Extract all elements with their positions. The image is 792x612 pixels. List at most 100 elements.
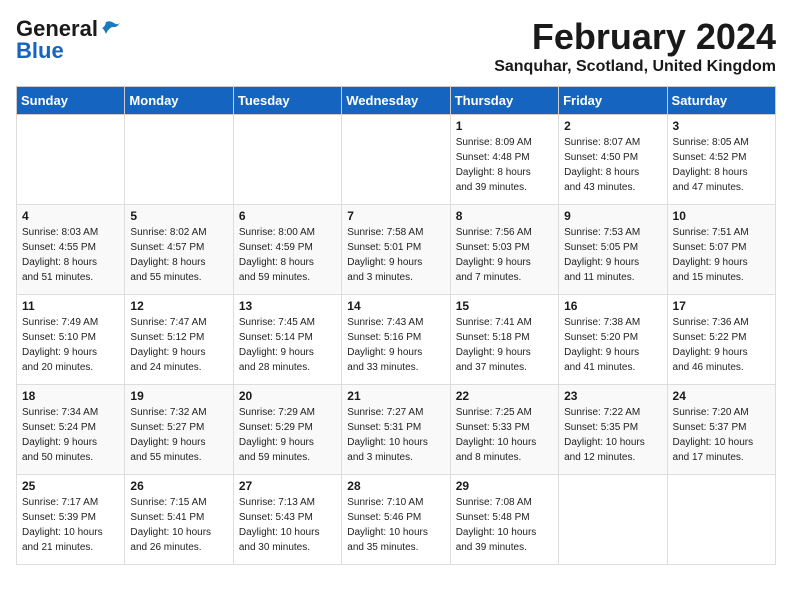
calendar-cell: 3 Sunrise: 8:05 AM Sunset: 4:52 PM Daylig… xyxy=(667,115,775,205)
day-info: Sunrise: 8:00 AM Sunset: 4:59 PM Dayligh… xyxy=(239,225,336,285)
title-area: February 2024 Sanquhar, Scotland, United… xyxy=(494,16,776,76)
column-header-tuesday: Tuesday xyxy=(233,87,341,115)
column-header-thursday: Thursday xyxy=(450,87,558,115)
calendar-cell: 4 Sunrise: 8:03 AM Sunset: 4:55 PM Daylig… xyxy=(17,205,125,295)
calendar-week-5: 25 Sunrise: 7:17 AM Sunset: 5:39 PM Dayli… xyxy=(17,475,776,565)
calendar-cell: 17 Sunrise: 7:36 AM Sunset: 5:22 PM Dayli… xyxy=(667,295,775,385)
day-info: Sunrise: 7:53 AM Sunset: 5:05 PM Dayligh… xyxy=(564,225,661,285)
calendar-cell xyxy=(17,115,125,205)
calendar-cell: 10Sunrise: 7:51 AM Sunset: 5:07 PM Dayli… xyxy=(667,205,775,295)
column-header-sunday: Sunday xyxy=(17,87,125,115)
day-number: 29 xyxy=(456,479,553,493)
calendar-cell: 18Sunrise: 7:34 AM Sunset: 5:24 PM Dayli… xyxy=(17,385,125,475)
column-header-saturday: Saturday xyxy=(667,87,775,115)
day-info: Sunrise: 8:05 AM Sunset: 4:52 PM Dayligh… xyxy=(673,135,770,195)
day-number: 5 xyxy=(130,209,227,223)
calendar-cell xyxy=(342,115,450,205)
day-number: 11 xyxy=(22,299,119,313)
calendar-week-1: 1 Sunrise: 8:09 AM Sunset: 4:48 PM Daylig… xyxy=(17,115,776,205)
logo: General Blue xyxy=(16,16,122,64)
day-number: 12 xyxy=(130,299,227,313)
logo-bird-icon xyxy=(100,20,122,38)
page-subtitle: Sanquhar, Scotland, United Kingdom xyxy=(494,58,776,76)
calendar-cell: 15 Sunrise: 7:41 AM Sunset: 5:18 PM Dayli… xyxy=(450,295,558,385)
day-info: Sunrise: 7:13 AM Sunset: 5:43 PM Dayligh… xyxy=(239,495,336,555)
day-info: Sunrise: 7:41 AM Sunset: 5:18 PM Dayligh… xyxy=(456,315,553,375)
calendar-cell: 11 Sunrise: 7:49 AM Sunset: 5:10 PM Dayli… xyxy=(17,295,125,385)
day-info: Sunrise: 8:09 AM Sunset: 4:48 PM Dayligh… xyxy=(456,135,553,195)
day-info: Sunrise: 7:25 AM Sunset: 5:33 PM Dayligh… xyxy=(456,405,553,465)
calendar-cell: 28Sunrise: 7:10 AM Sunset: 5:46 PM Dayli… xyxy=(342,475,450,565)
calendar-cell xyxy=(125,115,233,205)
calendar-cell: 13Sunrise: 7:45 AM Sunset: 5:14 PM Dayli… xyxy=(233,295,341,385)
calendar-cell: 16 Sunrise: 7:38 AM Sunset: 5:20 PM Dayli… xyxy=(559,295,667,385)
calendar-cell: 21 Sunrise: 7:27 AM Sunset: 5:31 PM Dayli… xyxy=(342,385,450,475)
calendar-cell: 22 Sunrise: 7:25 AM Sunset: 5:33 PM Dayli… xyxy=(450,385,558,475)
calendar-week-3: 11 Sunrise: 7:49 AM Sunset: 5:10 PM Dayli… xyxy=(17,295,776,385)
column-header-friday: Friday xyxy=(559,87,667,115)
day-number: 4 xyxy=(22,209,119,223)
day-number: 17 xyxy=(673,299,770,313)
day-number: 25 xyxy=(22,479,119,493)
day-number: 7 xyxy=(347,209,444,223)
day-info: Sunrise: 7:29 AM Sunset: 5:29 PM Dayligh… xyxy=(239,405,336,465)
calendar-cell: 1 Sunrise: 8:09 AM Sunset: 4:48 PM Daylig… xyxy=(450,115,558,205)
day-number: 15 xyxy=(456,299,553,313)
calendar-cell: 25 Sunrise: 7:17 AM Sunset: 5:39 PM Dayli… xyxy=(17,475,125,565)
day-info: Sunrise: 7:56 AM Sunset: 5:03 PM Dayligh… xyxy=(456,225,553,285)
day-number: 2 xyxy=(564,119,661,133)
day-number: 21 xyxy=(347,389,444,403)
logo-blue: Blue xyxy=(16,38,64,64)
calendar-cell: 24Sunrise: 7:20 AM Sunset: 5:37 PM Dayli… xyxy=(667,385,775,475)
calendar-cell xyxy=(559,475,667,565)
day-number: 6 xyxy=(239,209,336,223)
day-info: Sunrise: 7:49 AM Sunset: 5:10 PM Dayligh… xyxy=(22,315,119,375)
calendar-cell: 27Sunrise: 7:13 AM Sunset: 5:43 PM Dayli… xyxy=(233,475,341,565)
calendar-week-2: 4 Sunrise: 8:03 AM Sunset: 4:55 PM Daylig… xyxy=(17,205,776,295)
day-info: Sunrise: 7:36 AM Sunset: 5:22 PM Dayligh… xyxy=(673,315,770,375)
calendar-cell: 8 Sunrise: 7:56 AM Sunset: 5:03 PM Daylig… xyxy=(450,205,558,295)
day-info: Sunrise: 8:02 AM Sunset: 4:57 PM Dayligh… xyxy=(130,225,227,285)
column-header-wednesday: Wednesday xyxy=(342,87,450,115)
calendar-cell: 14 Sunrise: 7:43 AM Sunset: 5:16 PM Dayli… xyxy=(342,295,450,385)
day-number: 18 xyxy=(22,389,119,403)
page-title: February 2024 xyxy=(494,16,776,58)
day-number: 16 xyxy=(564,299,661,313)
day-info: Sunrise: 7:15 AM Sunset: 5:41 PM Dayligh… xyxy=(130,495,227,555)
day-info: Sunrise: 7:08 AM Sunset: 5:48 PM Dayligh… xyxy=(456,495,553,555)
day-info: Sunrise: 7:47 AM Sunset: 5:12 PM Dayligh… xyxy=(130,315,227,375)
day-info: Sunrise: 7:27 AM Sunset: 5:31 PM Dayligh… xyxy=(347,405,444,465)
calendar-cell: 5 Sunrise: 8:02 AM Sunset: 4:57 PM Daylig… xyxy=(125,205,233,295)
calendar-cell: 29 Sunrise: 7:08 AM Sunset: 5:48 PM Dayli… xyxy=(450,475,558,565)
day-number: 20 xyxy=(239,389,336,403)
calendar-cell: 12 Sunrise: 7:47 AM Sunset: 5:12 PM Dayli… xyxy=(125,295,233,385)
calendar-cell: 2 Sunrise: 8:07 AM Sunset: 4:50 PM Daylig… xyxy=(559,115,667,205)
day-number: 28 xyxy=(347,479,444,493)
calendar-cell: 6 Sunrise: 8:00 AM Sunset: 4:59 PM Daylig… xyxy=(233,205,341,295)
day-info: Sunrise: 7:32 AM Sunset: 5:27 PM Dayligh… xyxy=(130,405,227,465)
day-info: Sunrise: 7:17 AM Sunset: 5:39 PM Dayligh… xyxy=(22,495,119,555)
day-number: 9 xyxy=(564,209,661,223)
calendar-cell xyxy=(667,475,775,565)
day-info: Sunrise: 7:43 AM Sunset: 5:16 PM Dayligh… xyxy=(347,315,444,375)
day-number: 8 xyxy=(456,209,553,223)
day-number: 23 xyxy=(564,389,661,403)
day-number: 14 xyxy=(347,299,444,313)
column-header-monday: Monday xyxy=(125,87,233,115)
day-number: 22 xyxy=(456,389,553,403)
day-info: Sunrise: 8:03 AM Sunset: 4:55 PM Dayligh… xyxy=(22,225,119,285)
calendar-table: SundayMondayTuesdayWednesdayThursdayFrid… xyxy=(16,86,776,565)
day-info: Sunrise: 7:58 AM Sunset: 5:01 PM Dayligh… xyxy=(347,225,444,285)
day-number: 26 xyxy=(130,479,227,493)
day-number: 13 xyxy=(239,299,336,313)
calendar-cell: 23Sunrise: 7:22 AM Sunset: 5:35 PM Dayli… xyxy=(559,385,667,475)
day-number: 24 xyxy=(673,389,770,403)
day-info: Sunrise: 8:07 AM Sunset: 4:50 PM Dayligh… xyxy=(564,135,661,195)
calendar-cell: 7 Sunrise: 7:58 AM Sunset: 5:01 PM Daylig… xyxy=(342,205,450,295)
day-number: 1 xyxy=(456,119,553,133)
day-info: Sunrise: 7:38 AM Sunset: 5:20 PM Dayligh… xyxy=(564,315,661,375)
day-number: 3 xyxy=(673,119,770,133)
day-number: 10 xyxy=(673,209,770,223)
calendar-cell xyxy=(233,115,341,205)
calendar-week-4: 18Sunrise: 7:34 AM Sunset: 5:24 PM Dayli… xyxy=(17,385,776,475)
